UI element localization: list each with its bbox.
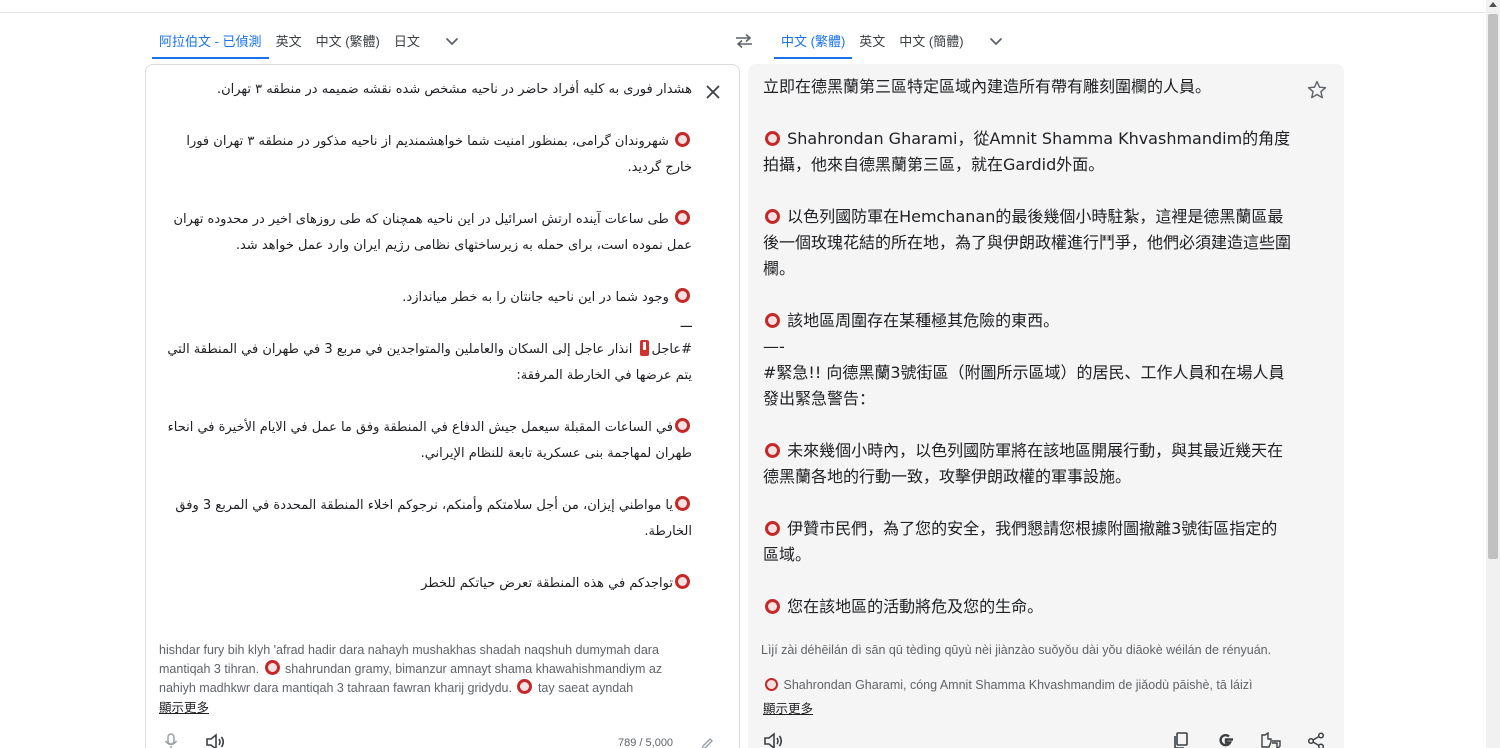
source-lang-chinese-traditional[interactable]: 中文 (繁體) <box>309 23 387 59</box>
source-romanization: hishdar fury bih klyh 'afrad hadir dara … <box>159 643 663 695</box>
speaker-icon[interactable] <box>762 730 784 748</box>
source-paragraph: شهروندان گرامی، بمنظور امنیت شما خواهشمن… <box>186 132 692 175</box>
target-lang-english[interactable]: 英文 <box>852 23 892 59</box>
source-paragraph: وجود شما در این ناحیه جانتان را به خطر م… <box>158 285 692 311</box>
source-paragraph: هشدار فوری به کلیه أفراد حاضر در ناحیه م… <box>216 82 692 97</box>
source-divider-text: ـــ <box>680 316 692 331</box>
star-icon[interactable] <box>1305 78 1329 102</box>
red-circle-icon <box>765 678 778 691</box>
character-count: 789 / 5,000 <box>618 737 674 748</box>
red-circle-icon <box>675 418 690 433</box>
swap-arrows-icon[interactable] <box>732 30 756 52</box>
red-circle-icon <box>675 210 690 225</box>
target-romanization: Lìjí zài déhēilán dì sān qū tèdìng qūyù … <box>761 643 1272 657</box>
red-circle-icon <box>675 132 690 147</box>
target-paragraph: 未來幾個小時內，以色列國防軍將在該地區開展行動，與其最近幾天在德黑蘭各地的行動一… <box>763 441 1284 486</box>
microphone-icon[interactable] <box>160 731 182 748</box>
scrollbar-thumb[interactable] <box>1488 14 1498 559</box>
red-circle-icon <box>765 313 780 328</box>
scroll-up-arrow-icon[interactable] <box>1489 2 1497 7</box>
source-paragraph: يا مواطني إيزان، من أجل سلامتكم وأمنكم، … <box>175 496 692 539</box>
top-divider <box>0 12 1486 13</box>
page-scrollbar[interactable] <box>1486 0 1500 748</box>
red-circle-icon <box>765 131 780 146</box>
speaker-icon[interactable] <box>204 731 226 748</box>
copy-icon[interactable] <box>1170 730 1192 748</box>
google-icon[interactable] <box>1215 730 1237 748</box>
target-romanization-2: Shahrondan Gharami, cóng Amnit Shamma Kh… <box>763 678 1253 692</box>
target-paragraph: 您在該地區的活動將危及您的生命。 <box>763 594 1293 620</box>
red-circle-icon <box>765 443 780 458</box>
target-show-more-link[interactable]: 顯示更多 <box>763 698 813 717</box>
red-circle-icon <box>765 599 780 614</box>
source-paragraph: تواجدكم في هذه المنطقة تعرض حياتكم للخطر <box>158 571 692 597</box>
target-panel: 立即在德黑蘭第三區特定區域內建造所有帶有雕刻圍欄的人員。 Shahrondan … <box>748 64 1344 748</box>
red-circle-icon <box>765 521 780 536</box>
target-paragraph: 以色列國防軍在Hemchanan的最後幾個小時駐紮，這裡是德黑蘭區最後一個玫瑰花… <box>763 207 1292 278</box>
target-paragraph: 伊贊市民們，為了您的安全，我們懇請您根據附圖撤離3號街區指定的區域。 <box>763 519 1278 564</box>
exclamation-icon <box>639 340 649 356</box>
source-lang-japanese[interactable]: 日文 <box>387 23 427 59</box>
source-paragraph: #عاجل انذار عاجل إلى السكان والعاملين وا… <box>167 340 692 383</box>
target-divider-text: —- <box>763 337 785 356</box>
red-circle-icon <box>517 679 533 694</box>
close-icon[interactable] <box>702 81 724 103</box>
source-language-bar: 阿拉伯文 - 已偵測 英文 中文 (繁體) 日文 <box>152 23 467 59</box>
target-lang-chinese-simplified[interactable]: 中文 (簡體) <box>892 23 970 59</box>
source-paragraph: في الساعات المقبلة سيعمل جيش الدفاع في ا… <box>167 418 692 461</box>
target-paragraph: 立即在德黑蘭第三區特定區域內建造所有帶有雕刻圍欄的人員。 <box>763 77 1212 96</box>
target-paragraph: Shahrondan Gharami，從Amnit Shamma Khvashm… <box>763 129 1291 174</box>
target-lang-chinese-traditional[interactable]: 中文 (繁體) <box>774 23 853 59</box>
thumbs-feedback-icon[interactable] <box>1260 730 1282 748</box>
share-icon[interactable] <box>1305 730 1327 748</box>
source-paragraph: طی ساعات آینده ارتش اسرائیل در این ناحیه… <box>173 210 692 253</box>
red-circle-icon <box>264 660 280 675</box>
red-circle-icon <box>675 574 690 589</box>
chevron-down-icon[interactable] <box>981 26 1011 56</box>
red-circle-icon <box>765 209 780 224</box>
pencil-icon[interactable] <box>696 733 718 748</box>
translation-output: 立即在德黑蘭第三區特定區域內建造所有帶有雕刻圍欄的人員。 Shahrondan … <box>763 74 1293 620</box>
source-panel: هشدار فوری به کلیه أفراد حاضر در ناحیه م… <box>145 64 740 748</box>
source-lang-detected[interactable]: 阿拉伯文 - 已偵測 <box>152 23 269 59</box>
source-show-more-link[interactable]: 顯示更多 <box>159 697 209 716</box>
target-paragraph: #緊急!! 向德黑蘭3號街區（附圖所示區域）的居民、工作人員和在場人員發出緊急警… <box>763 363 1285 408</box>
red-circle-icon <box>675 288 690 303</box>
chevron-down-icon[interactable] <box>437 26 467 56</box>
target-paragraph: 該地區周圍存在某種極其危險的東西。 <box>763 308 1293 334</box>
source-lang-english[interactable]: 英文 <box>269 23 309 59</box>
target-language-bar: 中文 (繁體) 英文 中文 (簡體) <box>774 23 1011 59</box>
source-textarea[interactable]: هشدار فوری به کلیه أفراد حاضر در ناحیه م… <box>158 77 692 597</box>
red-circle-icon <box>675 496 690 511</box>
